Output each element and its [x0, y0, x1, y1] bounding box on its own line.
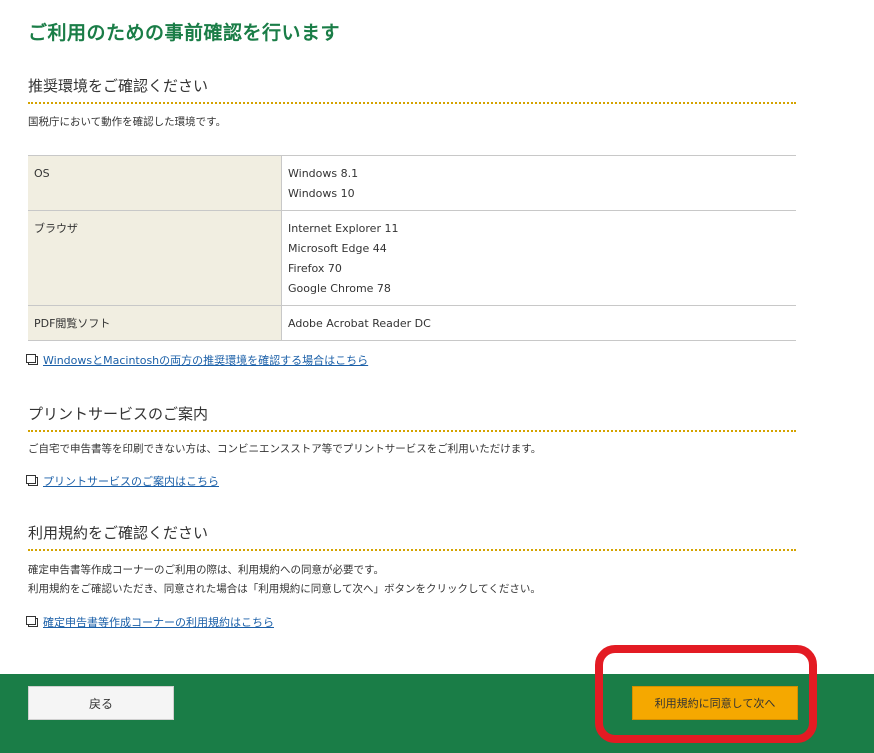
terms-section-heading: 利用規約をご確認ください [28, 522, 796, 551]
table-row: ブラウザ Internet Explorer 11 Microsoft Edge… [28, 210, 796, 306]
table-row: PDF閲覧ソフト Adobe Acrobat Reader DC [28, 305, 796, 341]
print-link-label[interactable]: プリントサービスのご案内はこちら [43, 473, 219, 489]
env-both-os-link[interactable]: WindowsとMacintoshの両方の推奨環境を確認する場合はこちら [26, 352, 368, 368]
table-row-value: Internet Explorer 11 Microsoft Edge 44 F… [281, 210, 796, 306]
back-button[interactable]: 戻る [28, 686, 174, 720]
print-service-link[interactable]: プリントサービスのご案内はこちら [26, 473, 219, 489]
env-description: 国税庁において動作を確認した環境です。 [28, 116, 227, 128]
env-section-heading: 推奨環境をご確認ください [28, 75, 796, 104]
terms-link[interactable]: 確定申告書等作成コーナーの利用規約はこちら [26, 614, 274, 630]
print-description: ご自宅で申告書等を印刷できない方は、コンビニエンスストア等でプリントサービスをご… [28, 443, 542, 455]
env-link-label[interactable]: WindowsとMacintoshの両方の推奨環境を確認する場合はこちら [43, 352, 368, 368]
print-section-heading: プリントサービスのご案内 [28, 403, 796, 432]
highlight-annotation [595, 645, 817, 743]
table-row-label: PDF閲覧ソフト [28, 305, 282, 341]
table-row-value: Adobe Acrobat Reader DC [281, 305, 796, 341]
table-row-label: ブラウザ [28, 210, 282, 306]
terms-description-line2: 利用規約をご確認いただき、同意された場合は「利用規約に同意して次へ」ボタンをクリ… [28, 583, 541, 595]
external-window-icon [26, 474, 38, 486]
terms-description-line1: 確定申告書等作成コーナーのご利用の際は、利用規約への同意が必要です。 [28, 564, 384, 576]
table-row: OS Windows 8.1 Windows 10 [28, 155, 796, 211]
terms-link-label[interactable]: 確定申告書等作成コーナーの利用規約はこちら [43, 614, 274, 630]
external-window-icon [26, 615, 38, 627]
table-row-label: OS [28, 155, 282, 211]
page-title: ご利用のための事前確認を行います [28, 22, 341, 44]
external-window-icon [26, 353, 38, 365]
table-row-value: Windows 8.1 Windows 10 [281, 155, 796, 211]
environment-table: OS Windows 8.1 Windows 10 ブラウザ Internet … [28, 155, 796, 341]
